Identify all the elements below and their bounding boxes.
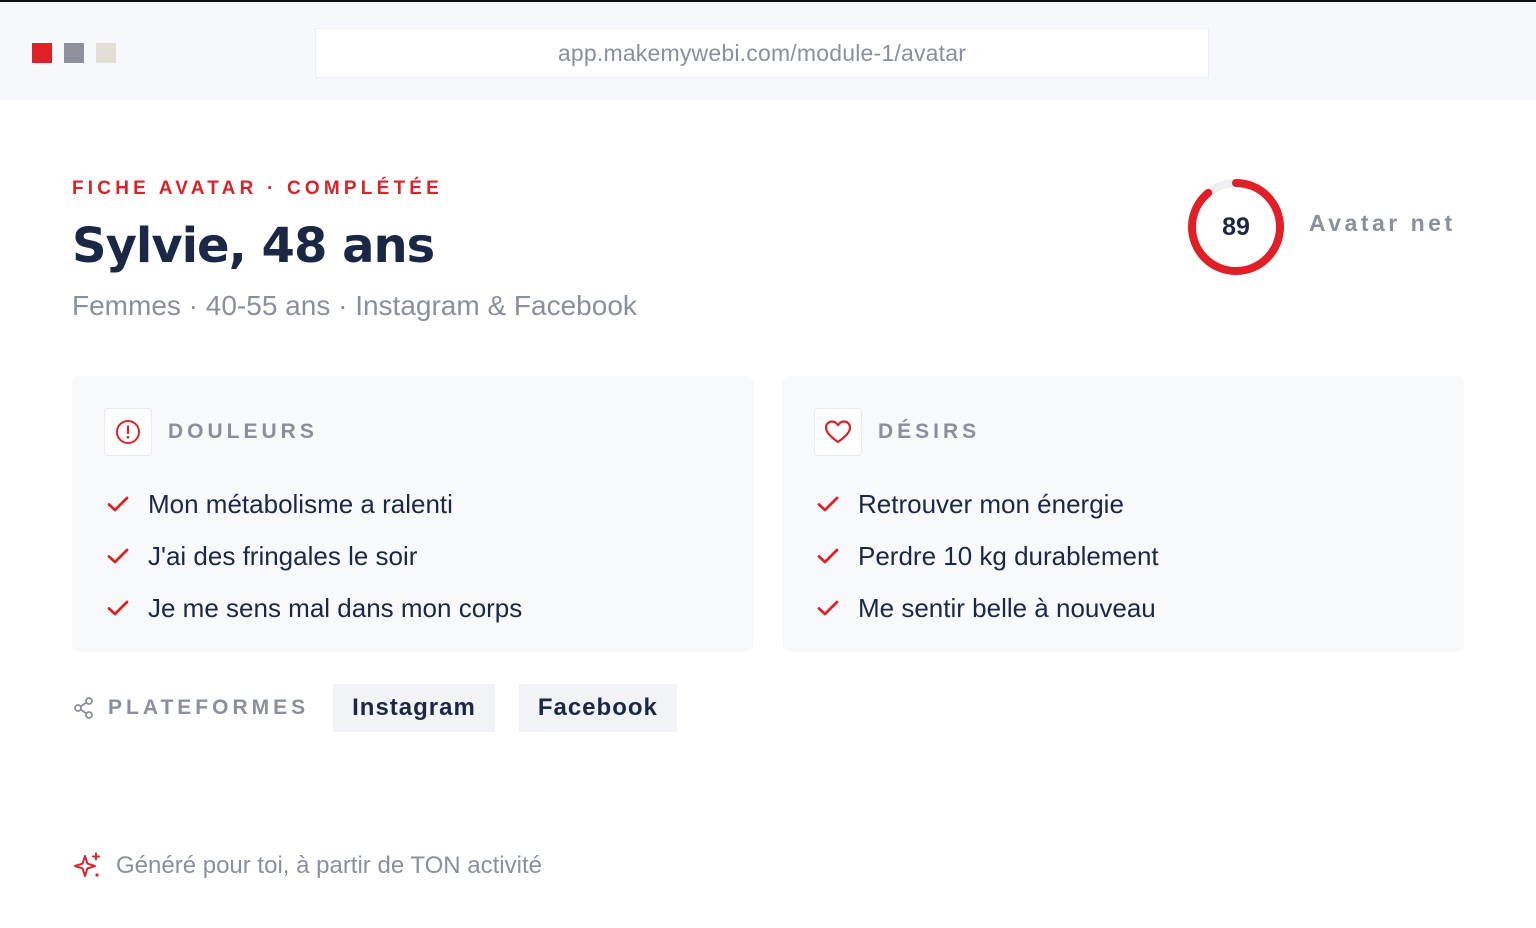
desire-item-text: Me sentir belle à nouveau bbox=[858, 592, 1156, 623]
pain-item-text: J'ai des fringales le soir bbox=[148, 540, 418, 571]
footer-text: Généré pour toi, à partir de TON activit… bbox=[116, 852, 542, 879]
desire-item-text: Retrouver mon énergie bbox=[858, 488, 1124, 519]
check-icon bbox=[814, 490, 842, 518]
browser-toolbar: app.makemywebi.com/module-1/avatar bbox=[0, 2, 1536, 100]
list-item: Me sentir belle à nouveau bbox=[814, 582, 1159, 634]
check-icon bbox=[104, 542, 132, 570]
footer-note: Généré pour toi, à partir de TON activit… bbox=[72, 848, 542, 884]
window-dot-red[interactable] bbox=[32, 43, 52, 63]
platform-chip-instagram[interactable]: Instagram bbox=[333, 684, 495, 732]
heart-icon bbox=[814, 408, 862, 456]
pains-list: Mon métabolisme a ralenti J'ai des fring… bbox=[104, 478, 522, 634]
list-item: J'ai des fringales le soir bbox=[104, 530, 522, 582]
score-ring: 89 bbox=[1184, 175, 1288, 279]
platforms-label: PLATEFORMES bbox=[108, 696, 310, 719]
check-icon bbox=[104, 594, 132, 622]
platform-chip-facebook[interactable]: Facebook bbox=[518, 684, 677, 732]
list-item: Mon métabolisme a ralenti bbox=[104, 478, 522, 530]
share-icon bbox=[72, 696, 96, 720]
desire-item-text: Perdre 10 kg durablement bbox=[858, 540, 1159, 571]
desires-card: DÉSIRS Retrouver mon énergie Perdre 10 k… bbox=[782, 376, 1464, 652]
list-item: Perdre 10 kg durablement bbox=[814, 530, 1159, 582]
check-icon bbox=[814, 542, 842, 570]
page-title: Sylvie, 48 ans bbox=[72, 218, 435, 274]
pains-card: DOULEURS Mon métabolisme a ralenti J'ai … bbox=[72, 376, 754, 652]
list-item: Retrouver mon énergie bbox=[814, 478, 1159, 530]
desires-card-title: DÉSIRS bbox=[878, 420, 981, 443]
window-dot-gray[interactable] bbox=[64, 43, 84, 63]
score-label: Avatar net bbox=[1309, 210, 1456, 236]
window-dot-beige[interactable] bbox=[96, 43, 116, 63]
address-bar[interactable]: app.makemywebi.com/module-1/avatar bbox=[315, 28, 1209, 78]
page-subtitle: Femmes · 40-55 ans · Instagram & Faceboo… bbox=[72, 290, 637, 321]
alert-circle-icon bbox=[104, 408, 152, 456]
list-item: Je me sens mal dans mon corps bbox=[104, 582, 522, 634]
platforms-row: PLATEFORMES Instagram Facebook bbox=[72, 684, 701, 732]
pain-item-text: Je me sens mal dans mon corps bbox=[148, 592, 523, 623]
avatar-status-eyebrow: FICHE AVATAR · COMPLÉTÉE bbox=[72, 178, 444, 199]
check-icon bbox=[814, 594, 842, 622]
pain-item-text: Mon métabolisme a ralenti bbox=[148, 488, 453, 519]
check-icon bbox=[104, 490, 132, 518]
address-bar-url: app.makemywebi.com/module-1/avatar bbox=[557, 39, 967, 66]
pains-card-title: DOULEURS bbox=[168, 420, 318, 443]
score-value: 89 bbox=[1222, 212, 1250, 241]
sparkles-icon bbox=[72, 851, 102, 881]
desires-list: Retrouver mon énergie Perdre 10 kg durab… bbox=[814, 478, 1159, 634]
